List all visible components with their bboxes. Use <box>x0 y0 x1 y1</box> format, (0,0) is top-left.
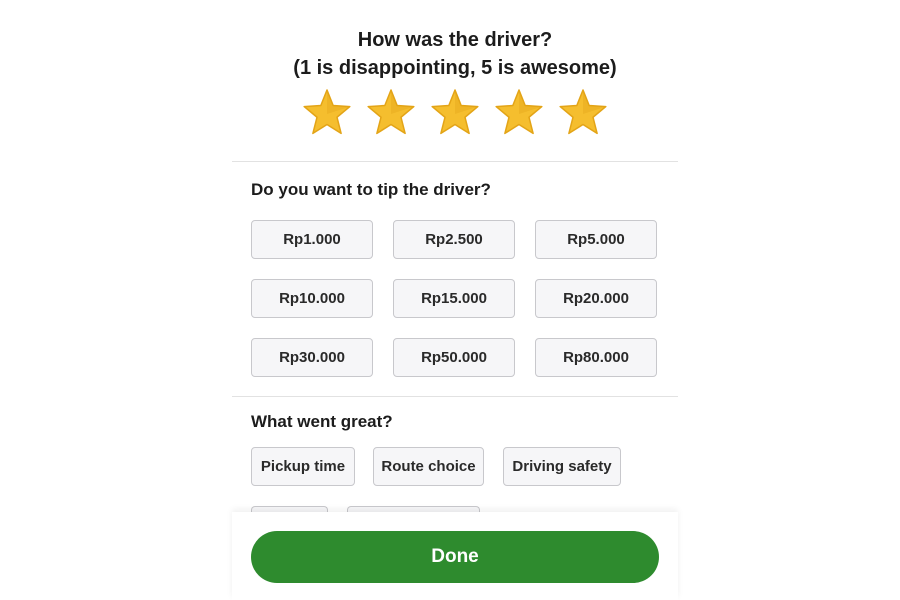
done-button[interactable]: Done <box>251 531 659 583</box>
tip-option-button[interactable]: Rp2.500 <box>393 220 515 259</box>
divider <box>232 161 678 162</box>
footer-bar: Done <box>232 512 678 600</box>
feedback-chip-route-choice[interactable]: Route choice <box>373 447 484 486</box>
feedback-chip-pickup-time[interactable]: Pickup time <box>251 447 355 486</box>
tip-option-button[interactable]: Rp15.000 <box>393 279 515 318</box>
divider <box>232 396 678 397</box>
feedback-section-title: What went great? <box>251 412 393 431</box>
tip-option-button[interactable]: Rp30.000 <box>251 338 373 377</box>
star-5-icon[interactable] <box>558 88 608 138</box>
tip-option-button[interactable]: Rp1.000 <box>251 220 373 259</box>
star-4-icon[interactable] <box>494 88 544 138</box>
tip-option-button[interactable]: Rp10.000 <box>251 279 373 318</box>
feedback-chip-driving-safety[interactable]: Driving safety <box>503 447 621 486</box>
star-2-icon[interactable] <box>366 88 416 138</box>
rating-header: How was the driver? (1 is disappointing,… <box>232 26 678 82</box>
rating-question: How was the driver? <box>357 29 553 51</box>
tip-option-button[interactable]: Rp5.000 <box>535 220 657 259</box>
star-1-icon[interactable] <box>302 88 352 138</box>
rating-scale-hint: (1 is disappointing, 5 is awesome) <box>293 57 617 79</box>
rating-panel: How was the driver? (1 is disappointing,… <box>232 0 678 600</box>
star-3-icon[interactable] <box>430 88 480 138</box>
tip-option-button[interactable]: Rp80.000 <box>535 338 657 377</box>
tip-option-button[interactable]: Rp20.000 <box>535 279 657 318</box>
tip-option-button[interactable]: Rp50.000 <box>393 338 515 377</box>
tip-section-title: Do you want to tip the driver? <box>251 180 491 199</box>
star-rating[interactable] <box>302 88 612 138</box>
